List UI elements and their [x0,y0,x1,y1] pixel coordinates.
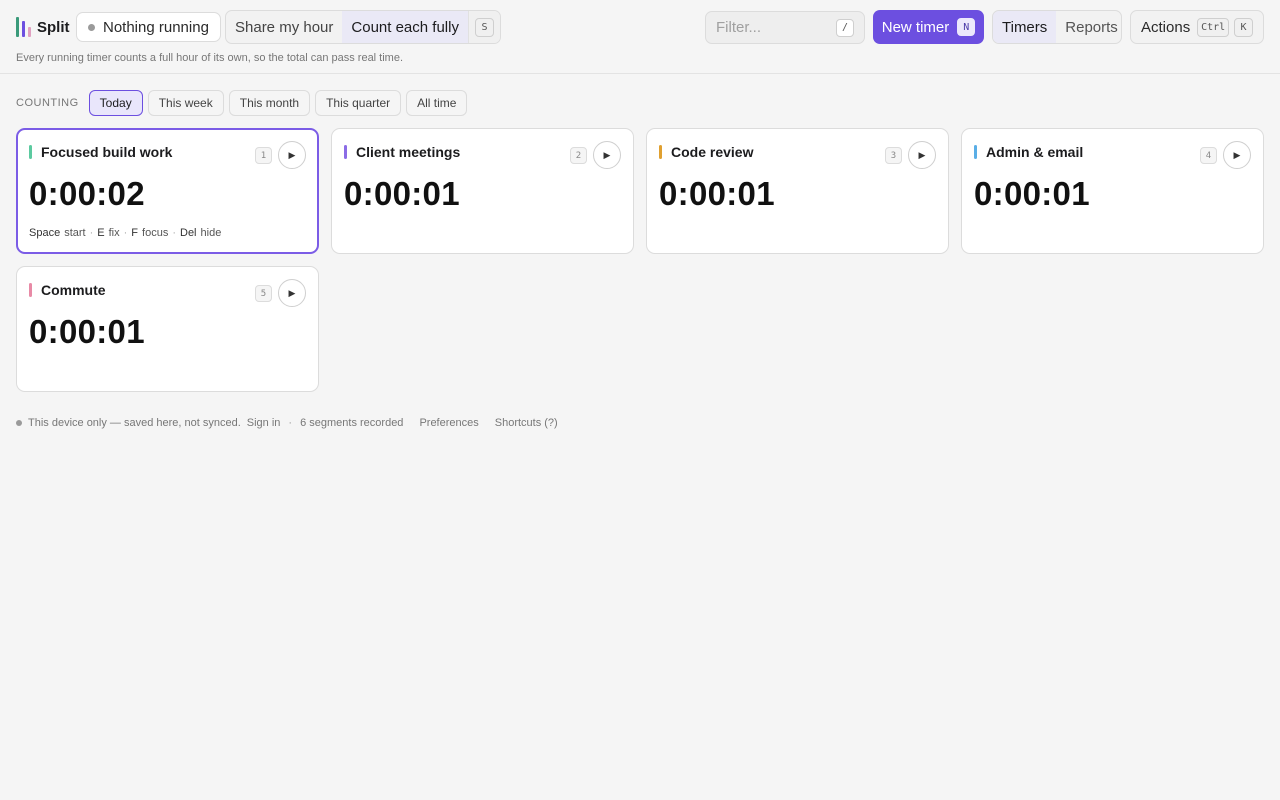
status-dot-icon [88,23,95,31]
mode-description: Every running timer counts a full hour o… [16,52,404,64]
timer-name: Code review [671,144,754,160]
timer-color-bar [659,145,662,159]
footer-separator: · [288,417,293,429]
hint-separator: · [123,227,128,239]
app-logo-icon [16,17,31,37]
new-timer-label: New timer [881,18,950,36]
top-bar: Split Nothing running Share my hour Coun… [0,0,1280,74]
hint-action: hide [200,227,222,239]
device-status-text: This device only — saved here, not synce… [28,417,241,429]
range-this-month[interactable]: This month [228,90,311,116]
timer-elapsed: 0:00:02 [29,175,145,212]
filter-field[interactable]: / [705,11,865,44]
new-timer-button[interactable]: New timer N [873,10,984,44]
timer-color-bar [29,145,32,159]
timer-color-bar [29,283,32,297]
footer: This device only — saved here, not synce… [16,417,558,429]
timer-index: 3 [885,147,902,164]
range-label: COUNTING [16,97,79,109]
timer-elapsed: 0:00:01 [344,175,460,212]
range-this-week[interactable]: This week [147,90,224,116]
hint-key: E [97,227,105,239]
timer-name: Client meetings [356,144,461,160]
play-icon[interactable]: ▶ [908,141,936,169]
timer-name: Admin & email [986,144,1084,160]
mode-count-each-fully[interactable]: Count each fully [342,11,468,43]
toolbar: Split Nothing running Share my hour Coun… [16,10,1264,44]
timer-index: 1 [255,147,272,164]
hint-separator: · [89,227,94,239]
app-title: Split [37,19,70,36]
timer-card-client-meetings[interactable]: Client meetings 2 ▶ 0:00:01 [331,128,634,254]
running-status-label: Nothing running [103,18,209,36]
filter-input[interactable] [716,19,826,36]
range-all-time[interactable]: All time [406,90,468,116]
timer-name: Focused build work [41,144,173,160]
mode-shortcut: S [467,11,500,43]
timer-card-admin-email[interactable]: Admin & email 4 ▶ 0:00:01 [961,128,1264,254]
timer-index: 5 [255,285,272,302]
range-filter: COUNTING Today This week This month This… [16,90,468,116]
timer-color-bar [974,145,977,159]
card-shortcut-hints: Space start · Efix · Ffocus · Del hide [29,227,221,239]
hint-key: Space [29,227,61,239]
timer-card-focused-build-work[interactable]: Focused build work 1 ▶ 0:00:02 Space star… [16,128,319,254]
timer-card-code-review[interactable]: Code review 3 ▶ 0:00:01 [646,128,949,254]
sign-in-link[interactable]: Sign in [247,417,281,429]
new-timer-shortcut-key: N [957,18,976,36]
play-icon[interactable]: ▶ [278,141,306,169]
hint-key: F [131,227,139,239]
sync-status-dot-icon [16,420,22,426]
view-switcher: Timers Reports [992,10,1122,44]
timer-index: 2 [570,147,587,164]
segments-count: 6 segments recorded [300,417,404,429]
tab-reports[interactable]: Reports [1056,11,1121,43]
tab-timers[interactable]: Timers [993,11,1057,43]
running-status[interactable]: Nothing running [76,12,221,42]
counting-mode-toggle: Share my hour Count each fully S [225,10,501,44]
play-icon[interactable]: ▶ [593,141,621,169]
hint-action: focus [142,227,169,239]
mode-share-my-hour[interactable]: Share my hour [226,11,342,43]
timer-index: 4 [1200,147,1217,164]
play-icon[interactable]: ▶ [278,279,306,307]
timer-color-bar [344,145,347,159]
timer-elapsed: 0:00:01 [974,175,1090,212]
actions-label: Actions [1141,18,1191,36]
timer-elapsed: 0:00:01 [659,175,775,212]
range-today[interactable]: Today [88,90,143,116]
play-icon[interactable]: ▶ [1223,141,1251,169]
range-this-quarter[interactable]: This quarter [315,90,402,116]
shortcuts-link[interactable]: Shortcuts (?) [495,417,558,429]
filter-shortcut-key: / [836,18,854,37]
preferences-link[interactable]: Preferences [419,417,478,429]
timer-elapsed: 0:00:01 [29,313,145,350]
hint-separator: · [172,227,176,239]
hint-action: start [64,227,86,239]
actions-button[interactable]: Actions Ctrl K [1130,10,1264,44]
timer-name: Commute [41,282,106,298]
mode-shortcut-key: S [474,17,494,37]
actions-shortcut-mod: Ctrl [1197,17,1229,37]
hint-key: Del [180,227,197,239]
actions-shortcut-key: K [1234,17,1253,37]
timer-card-commute[interactable]: Commute 5 ▶ 0:00:01 [16,266,319,392]
hint-action: fix [108,227,120,239]
